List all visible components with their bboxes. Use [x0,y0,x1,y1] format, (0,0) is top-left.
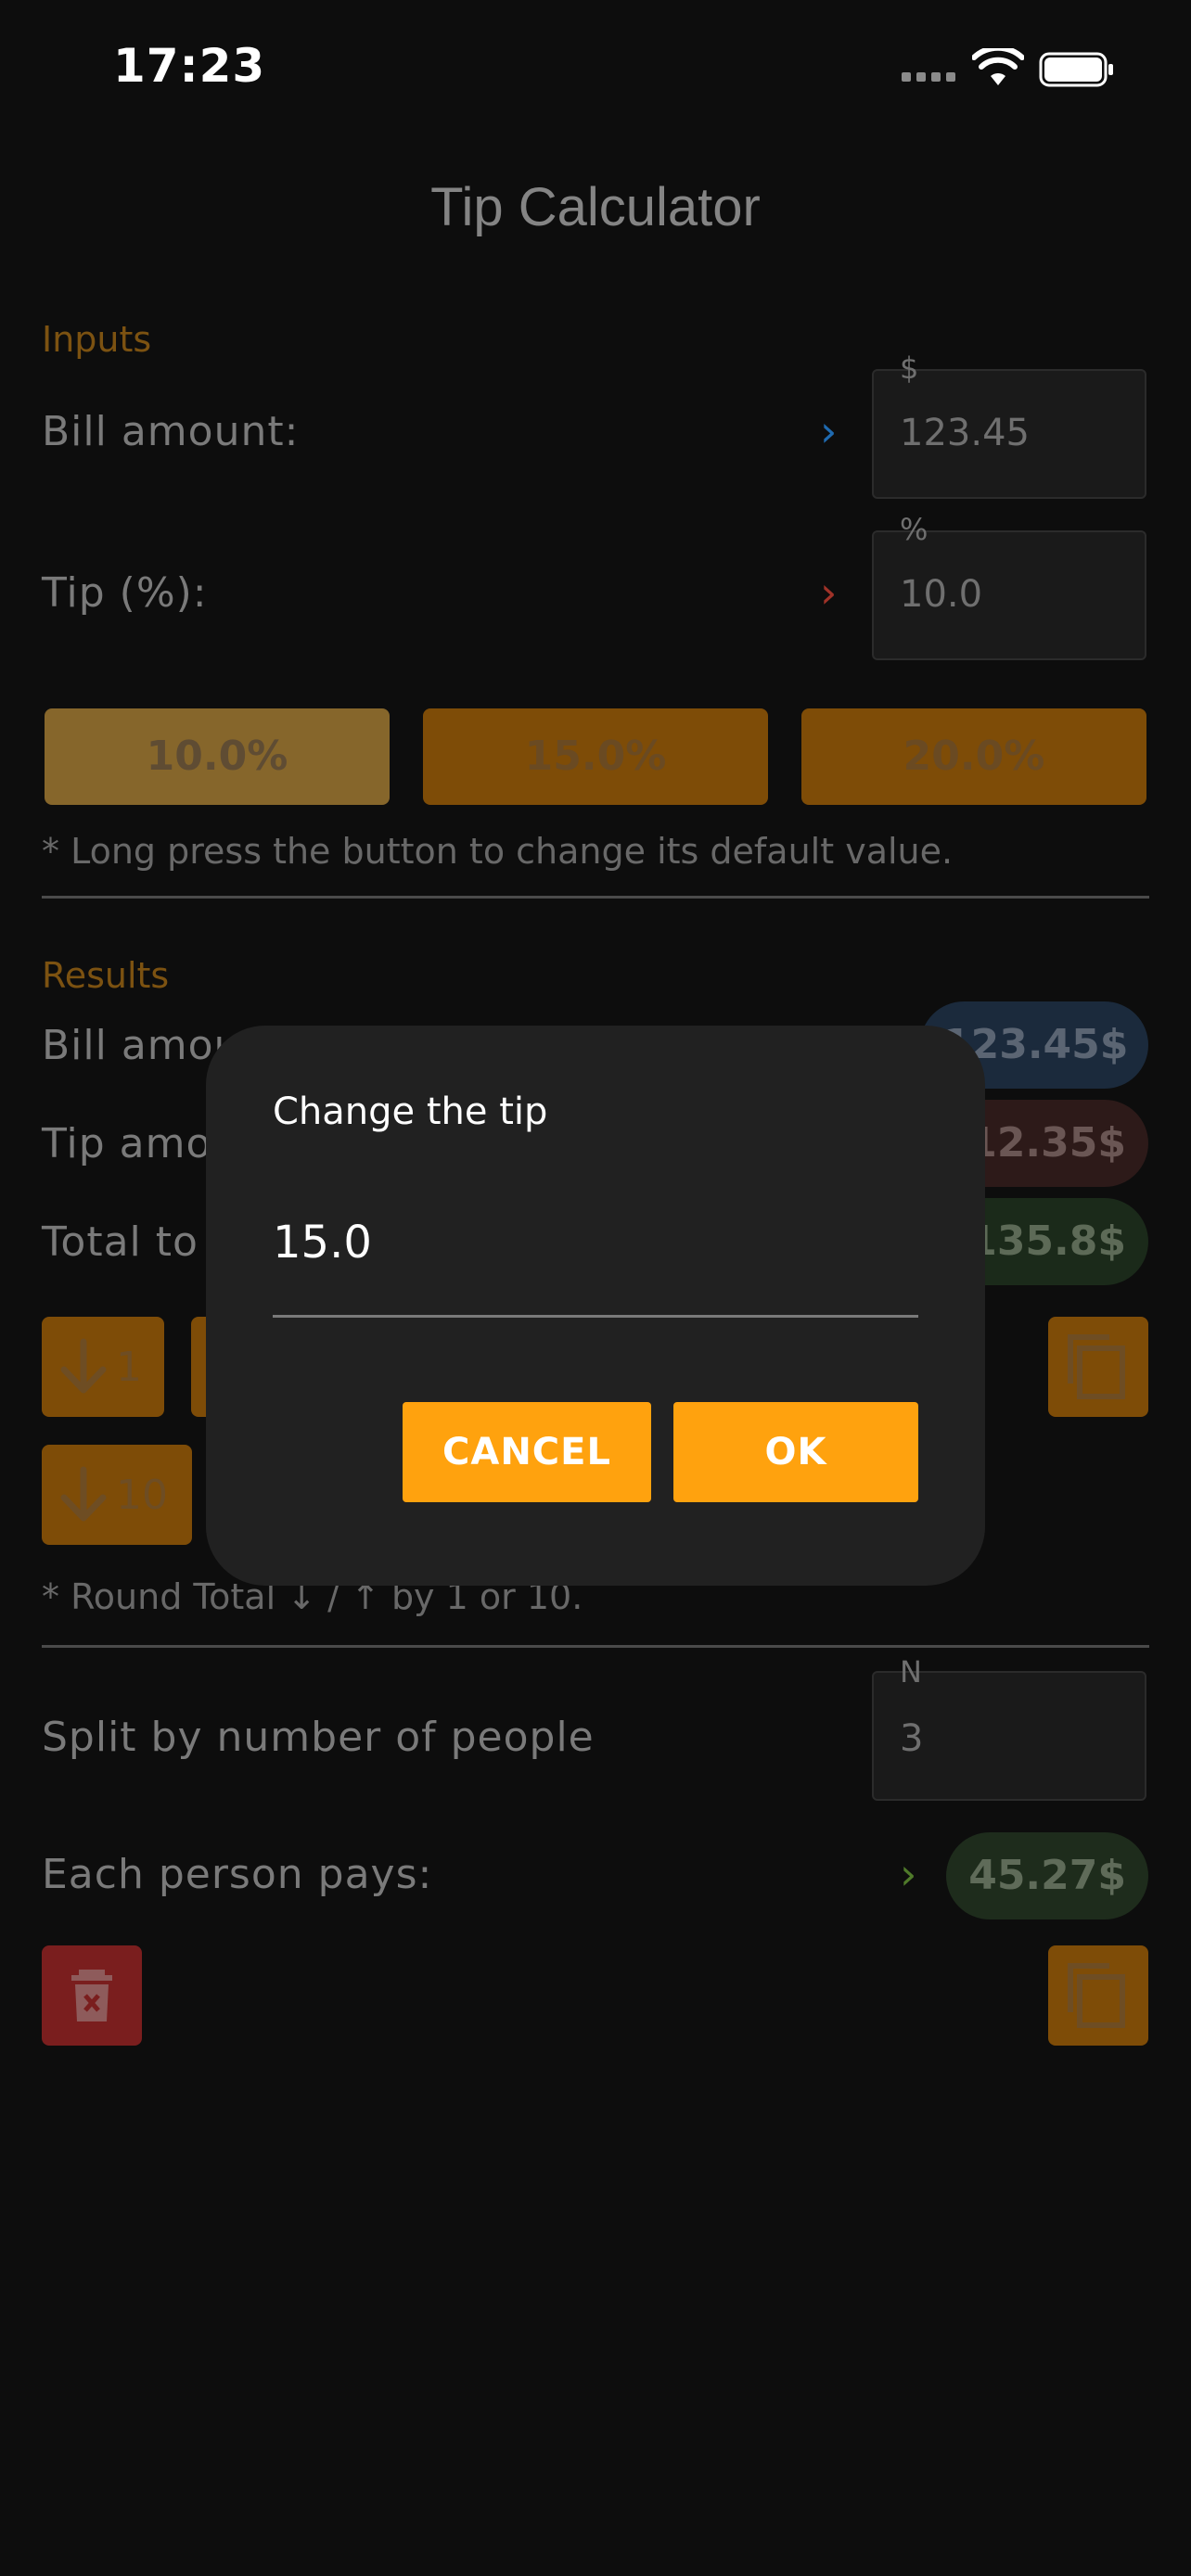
tip-percent-label: Tip (%): [42,569,208,617]
copy-icon [1068,1963,1125,2028]
dialog-title: Change the tip [273,1090,548,1133]
dialog-input-underline [273,1315,918,1318]
bill-amount-label: Bill amount: [42,408,300,455]
round-down-10-label: 10 [116,1471,168,1519]
round-down-1-label: 1 [116,1343,142,1391]
chevron-right-icon: › [820,567,838,618]
bill-currency-caption: $ [900,351,919,386]
battery-icon [1039,52,1113,87]
cancel-button[interactable]: CANCEL [403,1402,651,1502]
change-tip-dialog: Change the tip 15.0 CANCEL OK [206,1026,985,1586]
divider [42,896,1149,899]
tip-percent-value: 10.0 [900,573,983,616]
each-person-pays-label: Each person pays: [42,1851,433,1898]
split-people-label: Split by number of people [42,1714,595,1761]
trash-icon [71,1970,112,2021]
page-title: Tip Calculator [430,177,761,237]
clear-button[interactable] [42,1945,142,2046]
total-result-label: Total to [42,1218,198,1266]
people-count-value: 3 [900,1717,924,1760]
arrow-down-icon [60,1466,107,1522]
bill-amount-value: 123.45 [900,412,1030,454]
copy-each-button[interactable] [1048,1945,1148,2046]
round-down-1-button[interactable]: 1 [42,1317,164,1417]
arrow-down-icon [60,1338,107,1394]
tip-percent-caption: % [900,512,928,547]
tip-preset-15-button[interactable]: 15.0% [423,708,768,805]
results-section-label: Results [42,955,170,996]
each-person-pays-badge: 45.27$ [946,1832,1148,1919]
round-down-10-button[interactable]: 10 [42,1445,192,1545]
copy-icon [1068,1334,1125,1399]
chevron-right-icon: › [820,406,838,456]
people-count-caption: N [900,1654,922,1690]
copy-total-button[interactable] [1048,1317,1148,1417]
ok-button[interactable]: OK [673,1402,918,1502]
tip-preset-20-button[interactable]: 20.0% [801,708,1146,805]
chevron-right-icon: › [900,1849,917,1899]
inputs-section-label: Inputs [42,319,152,360]
status-time: 17:23 [113,39,266,93]
tip-preset-10-button[interactable]: 10.0% [45,708,390,805]
tip-amount-result-label: Tip amo [42,1120,212,1167]
cellular-signal-icon [902,72,955,82]
preset-hint: * Long press the button to change its de… [42,831,954,872]
dialog-tip-input[interactable]: 15.0 [273,1217,372,1269]
wifi-icon [972,48,1024,85]
divider [42,1645,1149,1648]
